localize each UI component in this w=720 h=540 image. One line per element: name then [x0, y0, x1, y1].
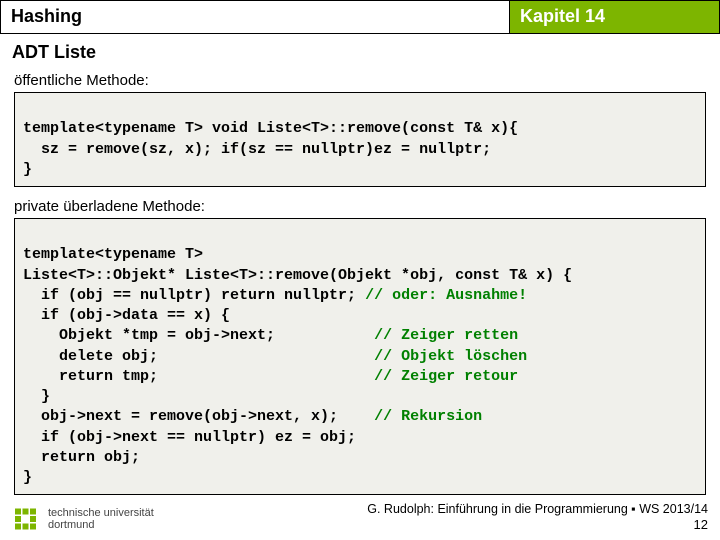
section-title: ADT Liste — [0, 34, 720, 69]
code-line: if (obj->data == x) { — [23, 307, 230, 324]
header-chapter: Kapitel 14 — [510, 0, 720, 34]
code-line: } — [23, 388, 50, 405]
code-line: template<typename T> — [23, 246, 203, 263]
code-line: if (obj->next == nullptr) ez = obj; — [23, 429, 356, 446]
comment: // Zeiger retour — [374, 368, 518, 385]
code-line: return tmp; // Zeiger retour — [23, 368, 518, 385]
content-area: öffentliche Methode: template<typename T… — [0, 69, 720, 495]
page-number: 12 — [367, 517, 708, 534]
code-line: } — [23, 161, 32, 178]
comment: // Objekt löschen — [374, 348, 527, 365]
credits-line: G. Rudolph: Einführung in die Programmie… — [367, 501, 708, 517]
code-line: Liste<T>::Objekt* Liste<T>::remove(Objek… — [23, 267, 572, 284]
private-method-label: private überladene Methode: — [14, 195, 706, 218]
code-line: sz = remove(sz, x); if(sz == nullptr)ez … — [23, 141, 491, 158]
tu-logo-icon — [12, 504, 42, 534]
code-line: delete obj; // Objekt löschen — [23, 348, 527, 365]
code-block-private: template<typename T> Liste<T>::Objekt* L… — [14, 218, 706, 495]
code-line: return obj; — [23, 449, 140, 466]
footer: technische universität dortmund G. Rudol… — [12, 501, 708, 534]
code-line: template<typename T> void Liste<T>::remo… — [23, 120, 518, 137]
header-bar: Hashing Kapitel 14 — [0, 0, 720, 34]
public-method-label: öffentliche Methode: — [14, 69, 706, 92]
code-line: Objekt *tmp = obj->next; // Zeiger rette… — [23, 327, 518, 344]
comment: // Rekursion — [374, 408, 482, 425]
university-logo-group: technische universität dortmund — [12, 504, 154, 534]
code-line: } — [23, 469, 32, 486]
code-block-public: template<typename T> void Liste<T>::remo… — [14, 92, 706, 187]
uni-line: dortmund — [48, 519, 154, 531]
code-line: if (obj == nullptr) return nullptr; // o… — [23, 287, 527, 304]
code-line: obj->next = remove(obj->next, x); // Rek… — [23, 408, 482, 425]
credits: G. Rudolph: Einführung in die Programmie… — [367, 501, 708, 534]
header-topic: Hashing — [0, 0, 510, 34]
comment: // oder: Ausnahme! — [365, 287, 527, 304]
comment: // Zeiger retten — [374, 327, 518, 344]
university-name: technische universität dortmund — [48, 507, 154, 531]
uni-line: technische universität — [48, 507, 154, 519]
